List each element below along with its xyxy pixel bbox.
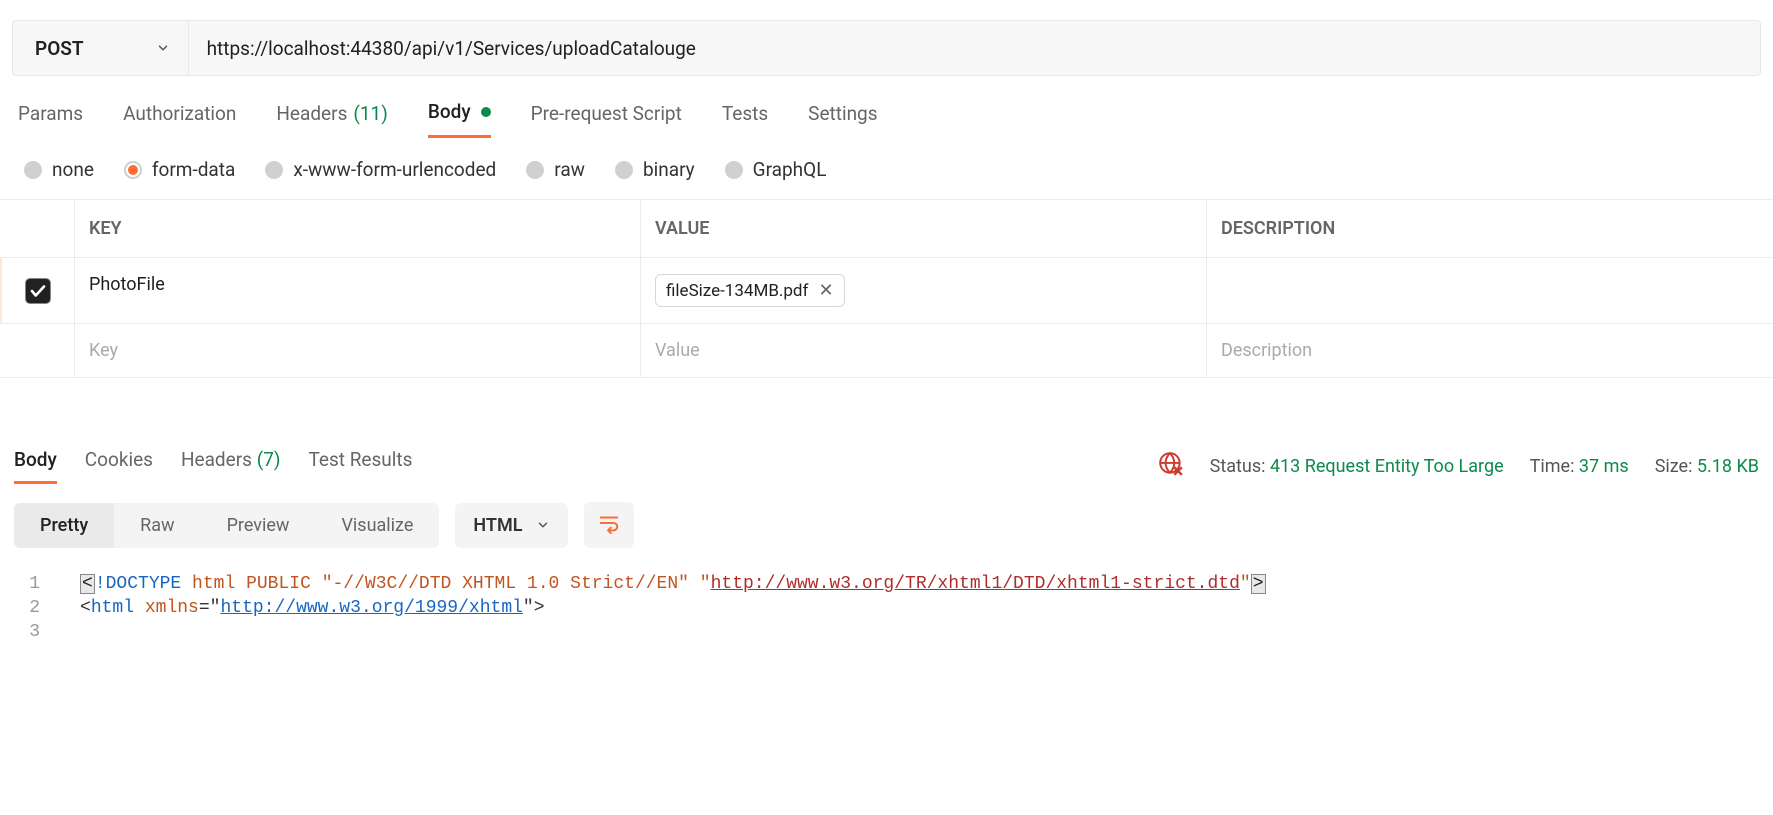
radio-icon xyxy=(615,161,633,179)
row-enable-cell[interactable] xyxy=(0,258,75,323)
status-value: 413 Request Entity Too Large xyxy=(1270,456,1504,477)
radio-icon xyxy=(265,161,283,179)
view-mode-tabs: Pretty Raw Preview Visualize xyxy=(14,503,439,548)
form-data-table: KEY VALUE DESCRIPTION PhotoFile fileSize… xyxy=(0,199,1773,378)
file-name: fileSize-134MB.pdf xyxy=(666,281,808,301)
resp-tab-cookies[interactable]: Cookies xyxy=(85,448,153,484)
time-block[interactable]: Time: 37 ms xyxy=(1530,456,1629,477)
tab-headers-label: Headers xyxy=(276,102,347,125)
chevron-down-icon xyxy=(156,41,170,55)
col-key: KEY xyxy=(75,200,641,257)
view-tab-preview[interactable]: Preview xyxy=(201,503,316,548)
request-bar: POST https://localhost:44380/api/v1/Serv… xyxy=(12,20,1761,76)
size-value: 5.18 KB xyxy=(1697,456,1759,477)
status-label: Status: xyxy=(1210,456,1266,477)
line-number: 2 xyxy=(0,598,80,618)
radio-icon xyxy=(24,161,42,179)
radio-icon xyxy=(124,161,142,179)
response-view-controls: Pretty Raw Preview Visualize HTML xyxy=(0,484,1773,566)
request-url-text: https://localhost:44380/api/v1/Services/… xyxy=(207,37,696,60)
tab-tests[interactable]: Tests xyxy=(722,100,768,138)
status-block[interactable]: Status: 413 Request Entity Too Large xyxy=(1210,456,1504,477)
view-tab-pretty[interactable]: Pretty xyxy=(14,503,114,548)
row-key-text: PhotoFile xyxy=(89,274,165,295)
table-row: PhotoFile fileSize-134MB.pdf ✕ xyxy=(0,258,1773,324)
file-chip[interactable]: fileSize-134MB.pdf ✕ xyxy=(655,274,845,307)
time-label: Time: xyxy=(1530,456,1575,477)
headers-count: (11) xyxy=(353,102,387,125)
description-input[interactable]: Description xyxy=(1207,324,1773,377)
response-format-select[interactable]: HTML xyxy=(455,503,568,548)
table-row-empty: Key Value Description xyxy=(0,324,1773,378)
wrap-lines-button[interactable] xyxy=(584,502,634,548)
time-value: 37 ms xyxy=(1579,456,1629,477)
size-block[interactable]: Size: 5.18 KB xyxy=(1655,456,1759,477)
radio-form-data[interactable]: form-data xyxy=(124,158,235,181)
code-line: 3 xyxy=(0,620,1773,644)
tab-params[interactable]: Params xyxy=(18,100,83,138)
radio-raw[interactable]: raw xyxy=(526,158,585,181)
key-input[interactable]: Key xyxy=(75,324,641,377)
radio-urlencoded[interactable]: x-www-form-urlencoded xyxy=(265,158,496,181)
radio-icon xyxy=(725,161,743,179)
value-input[interactable]: Value xyxy=(641,324,1207,377)
resp-tab-body[interactable]: Body xyxy=(14,448,57,484)
size-label: Size: xyxy=(1655,456,1693,477)
table-header: KEY VALUE DESCRIPTION xyxy=(0,200,1773,258)
line-number: 3 xyxy=(0,622,80,642)
col-value: VALUE xyxy=(641,200,1207,257)
row-value-cell[interactable]: fileSize-134MB.pdf ✕ xyxy=(641,258,1207,323)
request-tabs: Params Authorization Headers (11) Body P… xyxy=(0,76,1773,138)
response-section: Body Cookies Headers (7) Test Results St… xyxy=(0,448,1773,658)
radio-none[interactable]: none xyxy=(24,158,94,181)
wrap-icon xyxy=(598,512,620,534)
remove-file-icon[interactable]: ✕ xyxy=(818,280,833,301)
network-globe-icon[interactable] xyxy=(1158,451,1184,482)
radio-graphql[interactable]: GraphQL xyxy=(725,158,827,181)
code-line: 2 <html xmlns="http://www.w3.org/1999/xh… xyxy=(0,596,1773,620)
http-method-label: POST xyxy=(35,37,84,60)
col-description: DESCRIPTION xyxy=(1207,200,1773,257)
tab-settings[interactable]: Settings xyxy=(808,100,877,138)
body-type-selector: none form-data x-www-form-urlencoded raw… xyxy=(0,138,1773,199)
view-tab-raw[interactable]: Raw xyxy=(114,503,200,548)
tab-headers[interactable]: Headers (11) xyxy=(276,100,387,138)
resp-tab-test-results[interactable]: Test Results xyxy=(308,448,412,484)
line-number: 1 xyxy=(0,574,80,594)
request-url-input[interactable]: https://localhost:44380/api/v1/Services/… xyxy=(189,21,1760,75)
checkbox-checked-icon xyxy=(25,278,51,304)
format-label: HTML xyxy=(473,515,522,536)
chevron-down-icon xyxy=(536,518,550,532)
tab-body[interactable]: Body xyxy=(428,100,491,138)
row-description-cell[interactable] xyxy=(1207,258,1773,323)
radio-icon xyxy=(526,161,544,179)
response-tabs: Body Cookies Headers (7) Test Results xyxy=(14,448,412,484)
tab-prerequest-script[interactable]: Pre-request Script xyxy=(531,100,682,138)
response-headers-count: (7) xyxy=(257,448,281,471)
resp-tab-headers[interactable]: Headers (7) xyxy=(181,448,281,484)
response-body-code[interactable]: 1 <!DOCTYPE html PUBLIC "-//W3C//DTD XHT… xyxy=(0,566,1773,658)
view-tab-visualize[interactable]: Visualize xyxy=(315,503,439,548)
response-meta: Status: 413 Request Entity Too Large Tim… xyxy=(1158,451,1759,482)
tab-authorization[interactable]: Authorization xyxy=(123,100,236,138)
body-modified-dot-icon xyxy=(481,107,491,117)
http-method-select[interactable]: POST xyxy=(13,21,189,75)
row-key-cell[interactable]: PhotoFile xyxy=(75,258,641,323)
response-tabs-row: Body Cookies Headers (7) Test Results St… xyxy=(0,448,1773,484)
code-line: 1 <!DOCTYPE html PUBLIC "-//W3C//DTD XHT… xyxy=(0,572,1773,596)
radio-binary[interactable]: binary xyxy=(615,158,695,181)
